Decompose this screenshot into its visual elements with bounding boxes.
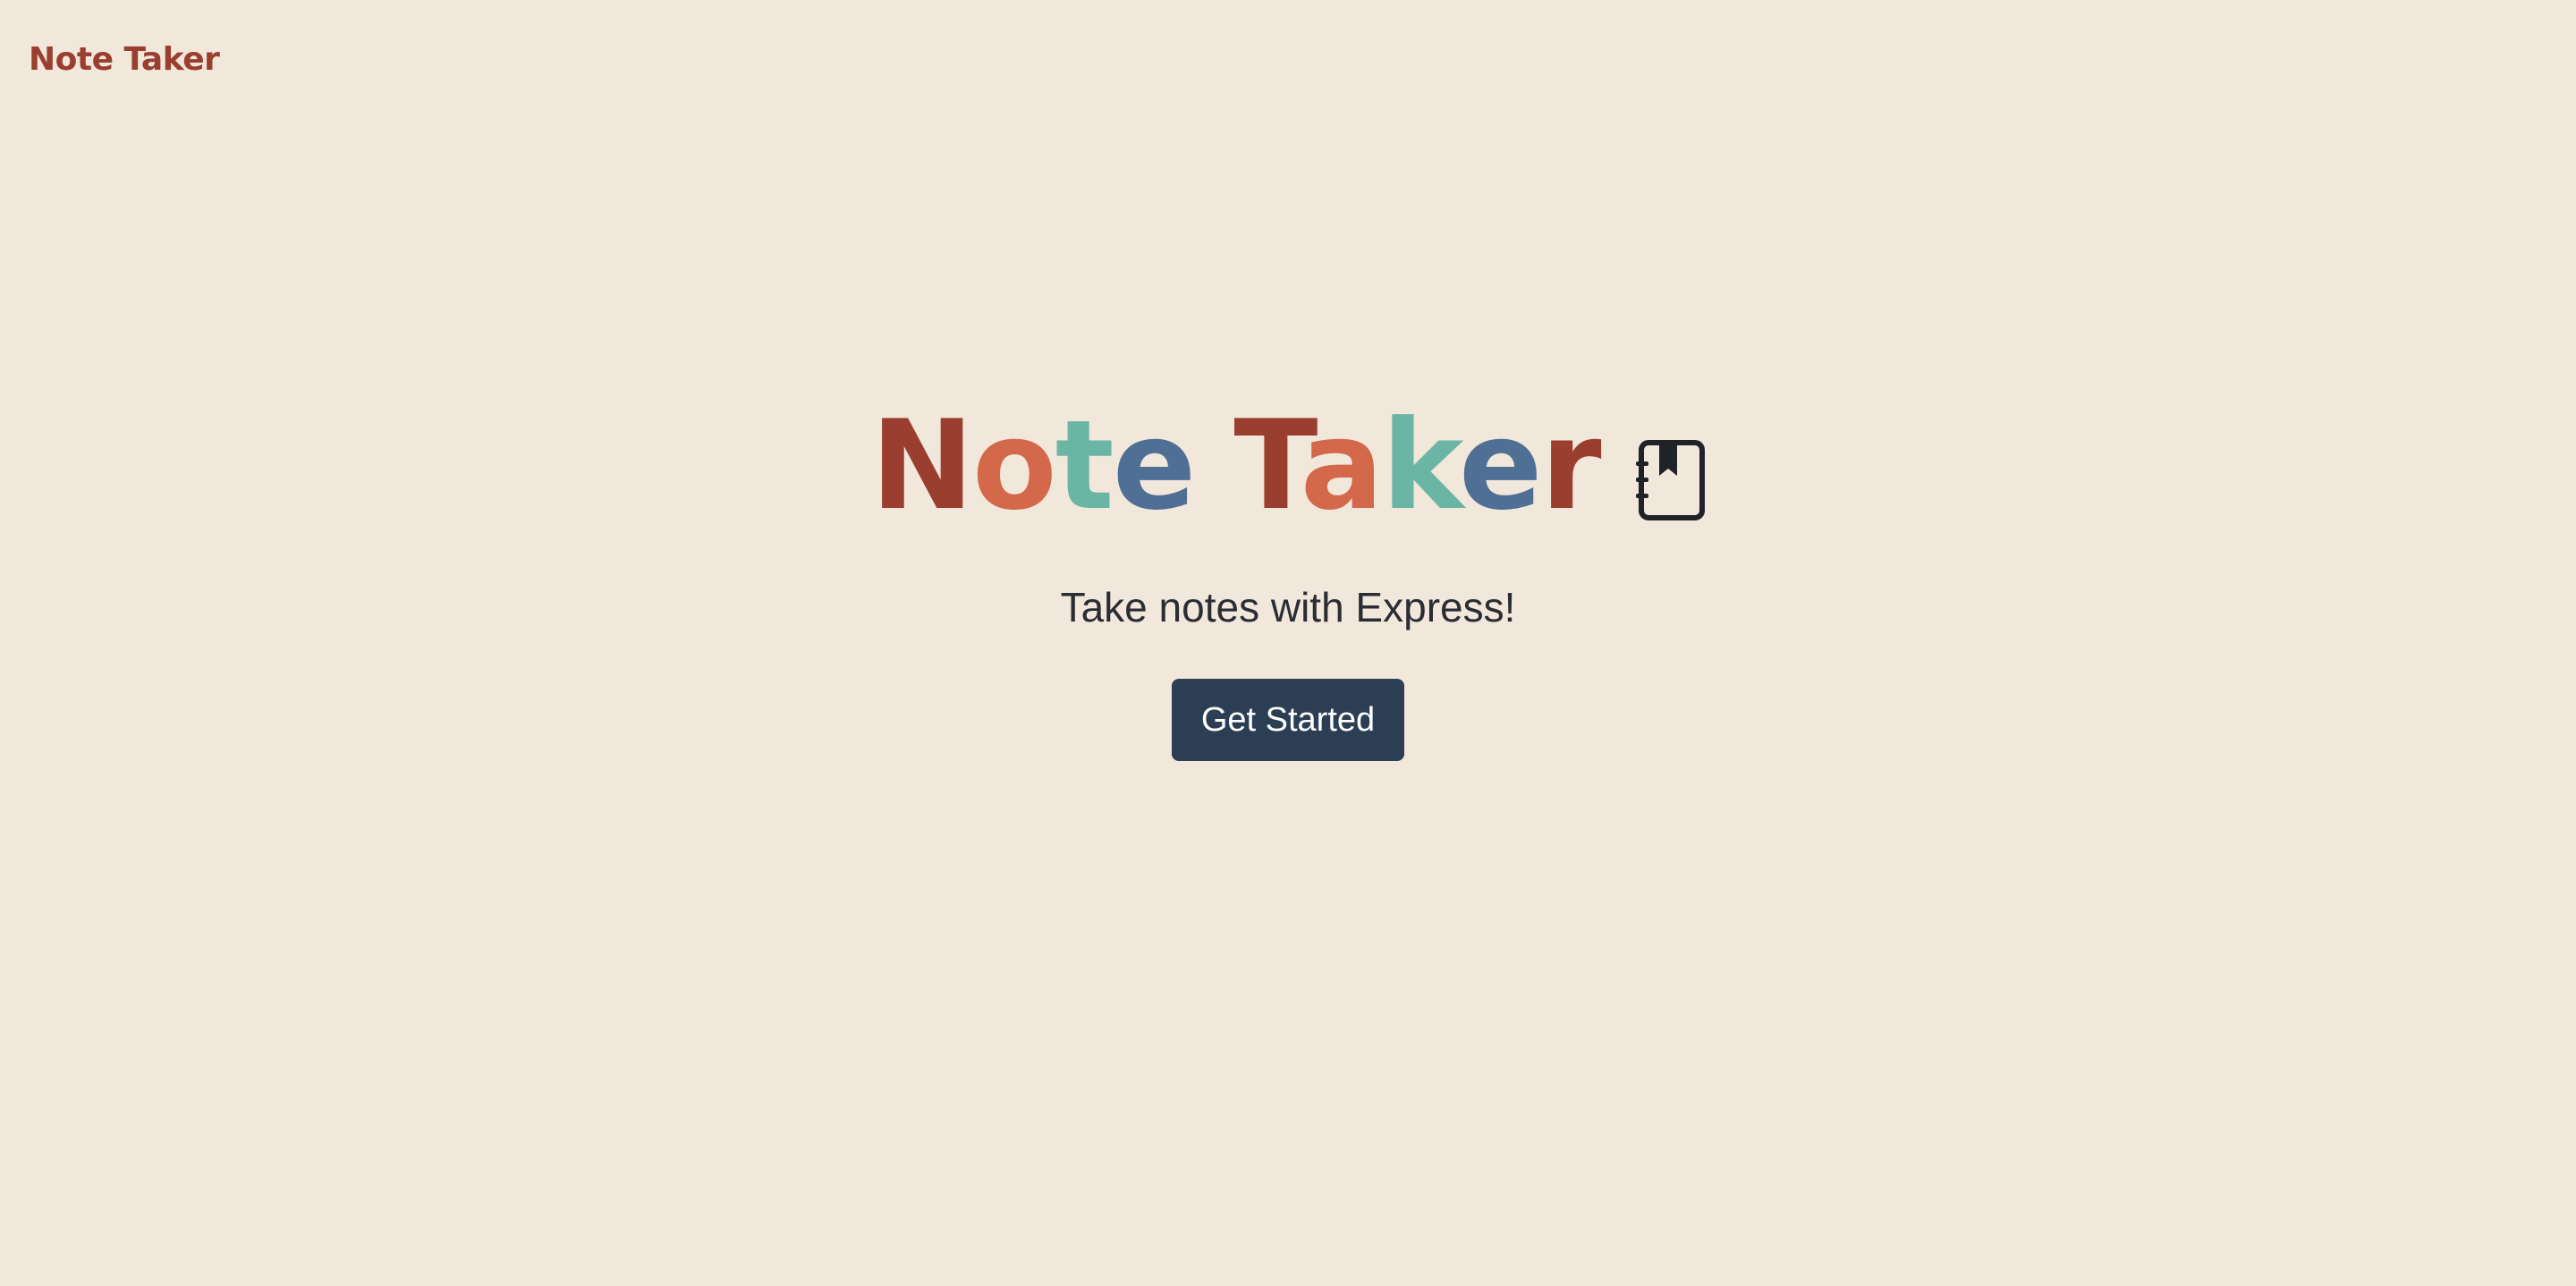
hero-title-letter: T (1233, 393, 1301, 537)
hero-title-letter: k (1381, 393, 1461, 537)
hero-title-letter: a (1300, 393, 1384, 537)
hero-title-letter: t (1055, 393, 1114, 537)
hero-title-letter: N (870, 393, 973, 537)
journal-bookmark-icon (1632, 440, 1706, 520)
hero-title-letter: o (971, 393, 1057, 537)
hero-title-text: Note Taker (870, 404, 1601, 528)
get-started-button[interactable]: Get Started (1172, 679, 1404, 762)
navbar-brand-link[interactable]: Note Taker (29, 41, 220, 78)
hero-title-letter: e (1458, 393, 1543, 537)
navbar: Note Taker (0, 0, 2576, 125)
hero-subtitle: Take notes with Express! (1060, 584, 1516, 630)
hero-title-letter: r (1540, 393, 1602, 537)
hero-title-letter: e (1112, 393, 1197, 537)
hero-title: Note Taker (870, 393, 1705, 528)
hero-section: Note Taker Take notes with Express! Get … (0, 393, 2576, 762)
